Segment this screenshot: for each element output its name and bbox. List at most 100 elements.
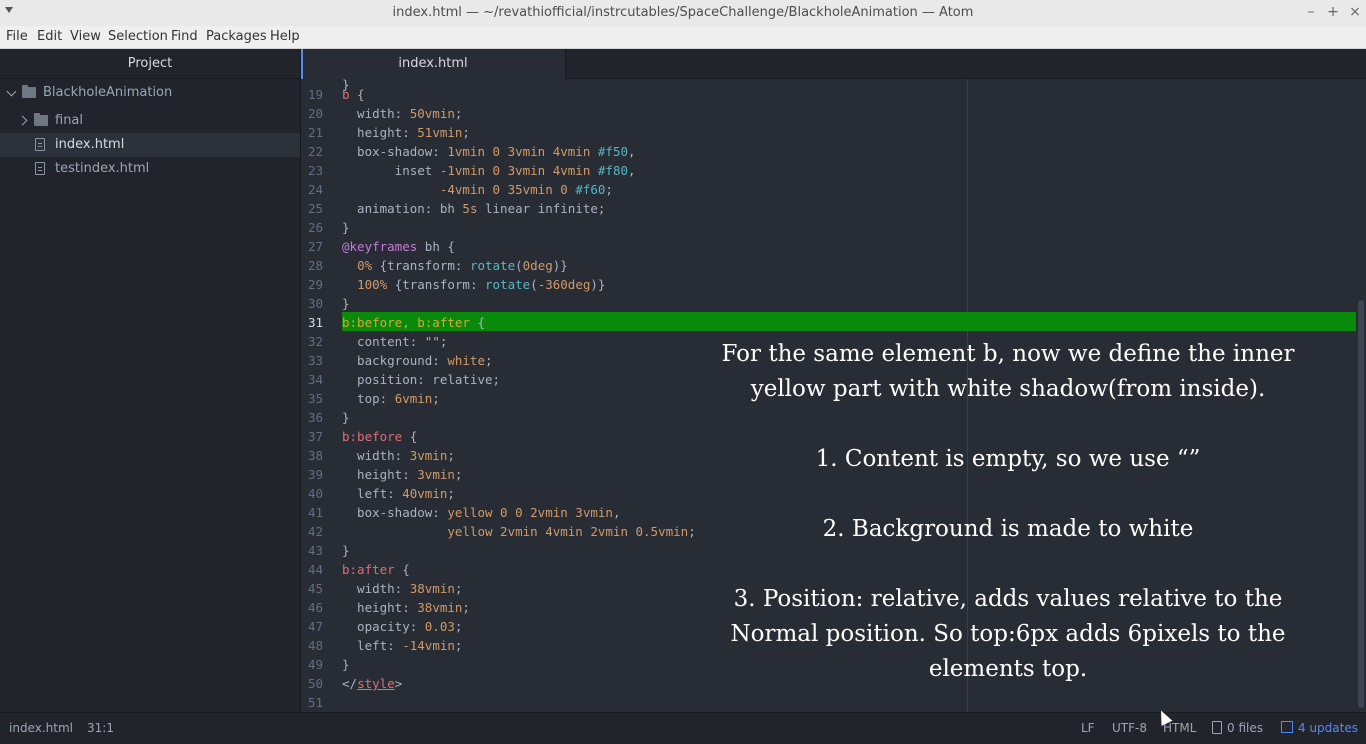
code-line: @keyframes bh { [342,239,455,254]
line-number: 47 [307,619,323,634]
title-bar: index.html — ~/revathiofficial/instrcuta… [0,0,1366,27]
tree-item-label: index.html [55,137,125,152]
line-number: 50 [307,676,323,691]
line-number: 31 [307,315,323,330]
line-number: 48 [307,638,323,653]
code-line: </style> [342,676,403,691]
line-number: 49 [307,657,323,672]
menu-edit[interactable]: Edit [37,26,62,48]
file-icon [35,138,45,151]
status-updates-label: 4 updates [1298,721,1358,735]
caption-point-2: 2. Background is made to white [822,516,1194,542]
line-number: 45 [307,581,323,596]
tab-index-html[interactable]: index.html [301,49,566,79]
code-line: b { [342,87,365,102]
code-line: opacity: 0.03; [342,619,463,634]
close-button[interactable]: × [1346,3,1364,21]
status-line-ending[interactable]: LF [1081,713,1095,743]
line-number-gutter: 19 20 21 22 23 24 25 26 27 28 29 30 31 32 33 34 35 36 37 38… [301,79,335,712]
status-updates[interactable]: 4 updates [1281,713,1358,743]
menu-selection[interactable]: Selection [108,26,168,48]
line-number: 35 [307,391,323,406]
caption-point-3: 3. Position: relative, adds values relat… [730,586,1286,682]
maximize-button[interactable]: + [1324,3,1342,21]
status-files[interactable]: 0 files [1212,713,1263,743]
window-title: index.html — ~/revathiofficial/instrcuta… [392,5,974,20]
code-line: b:before { [342,429,418,444]
chevron-right-icon[interactable] [17,115,28,126]
line-number: 42 [307,524,323,539]
folder-icon [34,113,48,126]
line-number: 24 [307,182,323,197]
code-line: 0% {transform: rotate(0deg)} [357,258,568,273]
code-line: -4vmin 0 35vmin 0 #f60; [439,182,613,197]
line-number: 37 [307,429,323,444]
line-number: 27 [307,239,323,254]
code-line: } [342,296,350,311]
code-line: 100% {transform: rotate(-360deg)} [357,277,606,292]
code-line: height: 38vmin; [342,600,470,615]
tree-root-label: BlackholeAnimation [43,85,173,100]
code-line: animation: bh 5s linear infinite; [342,201,606,216]
line-number: 29 [307,277,323,292]
tree-item-index-html[interactable]: index.html [0,133,300,157]
code-line: width: 50vmin; [342,106,463,121]
line-number: 20 [307,106,323,121]
line-number: 40 [307,486,323,501]
code-line: yellow 2vmin 4vmin 2vmin 0.5vmin; [447,524,696,539]
line-highlight [342,312,1356,331]
code-line: height: 51vmin; [342,125,470,140]
code-line: } [342,657,350,672]
line-number: 26 [307,220,323,235]
line-number: 25 [307,201,323,216]
status-file-path[interactable]: index.html [9,713,73,743]
code-line: box-shadow: yellow 0 0 2vmin 3vmin, [342,505,621,520]
code-line: } [342,410,350,425]
caption-intro: For the same element b, now we define th… [721,341,1295,402]
line-number: 22 [307,144,323,159]
tree-root-folder[interactable]: BlackholeAnimation [0,81,300,105]
line-number: 39 [307,467,323,482]
line-number: 28 [307,258,323,273]
code-line: } [342,543,350,558]
line-number: 46 [307,600,323,615]
line-number: 43 [307,543,323,558]
line-number: 21 [307,125,323,140]
code-line: top: 6vmin; [342,391,440,406]
menu-find[interactable]: Find [171,26,198,48]
code-line: left: -14vmin; [342,638,463,653]
project-panel-header[interactable]: Project [0,49,300,79]
menu-bar: File Edit View Selection Find Packages H… [0,26,1366,49]
tree-item-testindex-html[interactable]: testindex.html [0,157,300,181]
code-line: content: ""; [342,334,448,349]
code-line: position: relative; [342,372,501,387]
file-icon [35,162,45,175]
status-encoding[interactable]: UTF-8 [1112,713,1147,743]
chevron-down-icon[interactable] [6,86,17,97]
code-line: width: 38vmin; [342,581,463,596]
line-number: 30 [307,296,323,311]
code-line: box-shadow: 1vmin 0 3vmin 4vmin #f50, [342,144,636,159]
tutorial-caption: For the same element b, now we define th… [720,337,1296,687]
code-line: b:after { [342,562,410,577]
status-files-label: 0 files [1227,721,1263,735]
line-number: 51 [307,695,323,710]
menu-help[interactable]: Help [270,26,300,48]
editor-scrollbar[interactable] [1358,300,1364,708]
line-number: 38 [307,448,323,463]
caption-point-1: 1. Content is empty, so we use “” [815,446,1201,472]
line-number: 19 [307,87,323,102]
line-number: 36 [307,410,323,425]
code-line: width: 3vmin; [342,448,455,463]
tree-item-final[interactable]: final [0,109,300,133]
file-icon [1212,721,1222,734]
line-number: 34 [307,372,323,387]
code-line: height: 3vmin; [342,467,463,482]
package-icon [1281,721,1293,733]
menu-packages[interactable]: Packages [206,26,267,48]
status-cursor-position[interactable]: 31:1 [87,713,114,743]
minimize-button[interactable]: – [1302,3,1320,21]
menu-view[interactable]: View [70,26,101,48]
code-line: inset -1vmin 0 3vmin 4vmin #f80, [342,163,636,178]
menu-file[interactable]: File [6,26,28,48]
